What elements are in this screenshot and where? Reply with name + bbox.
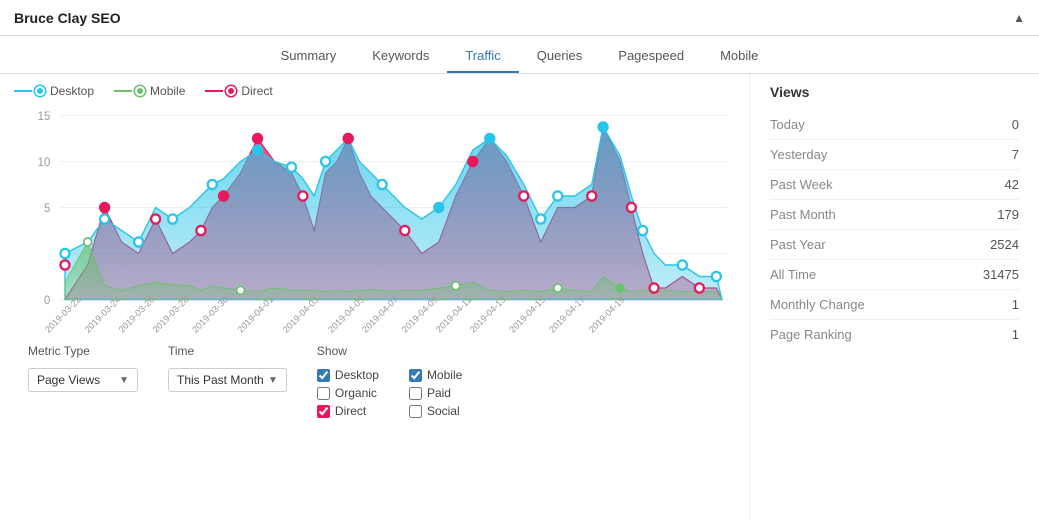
checkbox-paid: Paid (409, 386, 471, 400)
views-row: Monthly Change 1 (770, 290, 1019, 320)
checkbox-grid: Desktop Mobile Organic Paid (317, 368, 471, 418)
chart-legend: Desktop Mobile Direct (14, 84, 739, 98)
checkbox-organic: Organic (317, 386, 379, 400)
checkbox-social-input[interactable] (409, 405, 422, 418)
views-row: Past Year 2524 (770, 230, 1019, 260)
show-group: Show Desktop Mobile Organic (317, 344, 471, 418)
checkbox-organic-label: Organic (335, 386, 377, 400)
chart-container: 15 10 5 0 (14, 104, 739, 334)
checkbox-mobile-input[interactable] (409, 369, 422, 382)
views-row-label: Monthly Change (770, 297, 865, 312)
svg-text:2019-04-03: 2019-04-03 (281, 294, 321, 334)
checkbox-desktop-label: Desktop (335, 368, 379, 382)
main-content: Desktop Mobile Direct (0, 74, 1039, 520)
checkbox-mobile-label: Mobile (427, 368, 462, 382)
controls-bar: Metric Type Page Views ▼ Time This Past … (14, 334, 739, 424)
traffic-chart: 15 10 5 0 (14, 104, 739, 334)
svg-text:2019-04-07: 2019-04-07 (360, 294, 400, 334)
legend-direct-label: Direct (241, 84, 272, 98)
metric-type-label: Metric Type (28, 344, 138, 358)
tab-mobile[interactable]: Mobile (702, 40, 776, 73)
views-row-value: 0 (1012, 117, 1019, 132)
views-row-label: Today (770, 117, 805, 132)
metric-type-group: Metric Type Page Views ▼ (28, 344, 138, 392)
legend-mobile: Mobile (114, 84, 185, 98)
checkbox-organic-input[interactable] (317, 387, 330, 400)
views-row-value: 31475 (983, 267, 1019, 282)
svg-text:2019-03-30: 2019-03-30 (190, 294, 230, 334)
views-row-label: Past Month (770, 207, 836, 222)
checkbox-desktop-input[interactable] (317, 369, 330, 382)
views-row-label: Page Ranking (770, 327, 852, 342)
time-select-wrap[interactable]: This Past Month ▼ (168, 368, 287, 392)
header: Bruce Clay SEO ▲ (0, 0, 1039, 36)
svg-text:15: 15 (38, 111, 51, 123)
legend-direct: Direct (205, 84, 272, 98)
metric-type-select[interactable]: Page Views (37, 373, 115, 387)
views-row-label: Past Week (770, 177, 833, 192)
chart-area: Desktop Mobile Direct (0, 74, 749, 520)
views-title: Views (770, 84, 1019, 100)
views-row: Past Month 179 (770, 200, 1019, 230)
views-panel: Views Today 0 Yesterday 7 Past Week 42 Past Mo… (749, 74, 1039, 520)
app-title: Bruce Clay SEO (14, 10, 121, 26)
show-label: Show (317, 344, 471, 358)
checkbox-paid-label: Paid (427, 386, 451, 400)
legend-desktop: Desktop (14, 84, 94, 98)
tab-bar: Summary Keywords Traffic Queries Pagespe… (0, 36, 1039, 74)
svg-text:2019-04-17: 2019-04-17 (547, 294, 587, 334)
svg-text:2019-04-19: 2019-04-19 (587, 294, 627, 334)
views-row: All Time 31475 (770, 260, 1019, 290)
svg-text:2019-03-28: 2019-03-28 (151, 294, 191, 334)
views-row: Past Week 42 (770, 170, 1019, 200)
views-row-value: 42 (1005, 177, 1019, 192)
checkbox-paid-input[interactable] (409, 387, 422, 400)
checkbox-direct: Direct (317, 404, 379, 418)
metric-type-select-wrap[interactable]: Page Views ▼ (28, 368, 138, 392)
collapse-arrow[interactable]: ▲ (1013, 11, 1025, 25)
tab-queries[interactable]: Queries (519, 40, 601, 73)
views-row-label: All Time (770, 267, 816, 282)
views-row-value: 7 (1012, 147, 1019, 162)
svg-text:10: 10 (38, 157, 51, 169)
checkbox-direct-input[interactable] (317, 405, 330, 418)
time-label: Time (168, 344, 287, 358)
time-arrow: ▼ (268, 375, 278, 386)
tab-keywords[interactable]: Keywords (354, 40, 447, 73)
views-row-value: 179 (997, 207, 1019, 222)
checkbox-social: Social (409, 404, 471, 418)
svg-text:0: 0 (44, 295, 50, 307)
metric-type-arrow: ▼ (119, 375, 129, 386)
svg-text:2019-04-15: 2019-04-15 (507, 294, 547, 334)
views-row: Page Ranking 1 (770, 320, 1019, 349)
svg-text:2019-04-01: 2019-04-01 (236, 294, 276, 334)
views-row-value: 1 (1012, 327, 1019, 342)
svg-text:5: 5 (44, 203, 50, 215)
views-row: Today 0 (770, 110, 1019, 140)
views-row-value: 2524 (990, 237, 1019, 252)
checkbox-desktop: Desktop (317, 368, 379, 382)
checkbox-mobile: Mobile (409, 368, 471, 382)
views-row: Yesterday 7 (770, 140, 1019, 170)
views-row-label: Yesterday (770, 147, 827, 162)
time-group: Time This Past Month ▼ (168, 344, 287, 392)
views-rows: Today 0 Yesterday 7 Past Week 42 Past Month 179… (770, 110, 1019, 349)
views-row-value: 1 (1012, 297, 1019, 312)
tab-traffic[interactable]: Traffic (447, 40, 518, 73)
legend-mobile-label: Mobile (150, 84, 185, 98)
checkbox-direct-label: Direct (335, 404, 366, 418)
tab-pagespeed[interactable]: Pagespeed (600, 40, 702, 73)
tab-summary[interactable]: Summary (263, 40, 355, 73)
checkbox-social-label: Social (427, 404, 460, 418)
svg-text:2019-04-13: 2019-04-13 (468, 294, 508, 334)
legend-desktop-label: Desktop (50, 84, 94, 98)
views-row-label: Past Year (770, 237, 826, 252)
time-select[interactable]: This Past Month (177, 373, 264, 387)
